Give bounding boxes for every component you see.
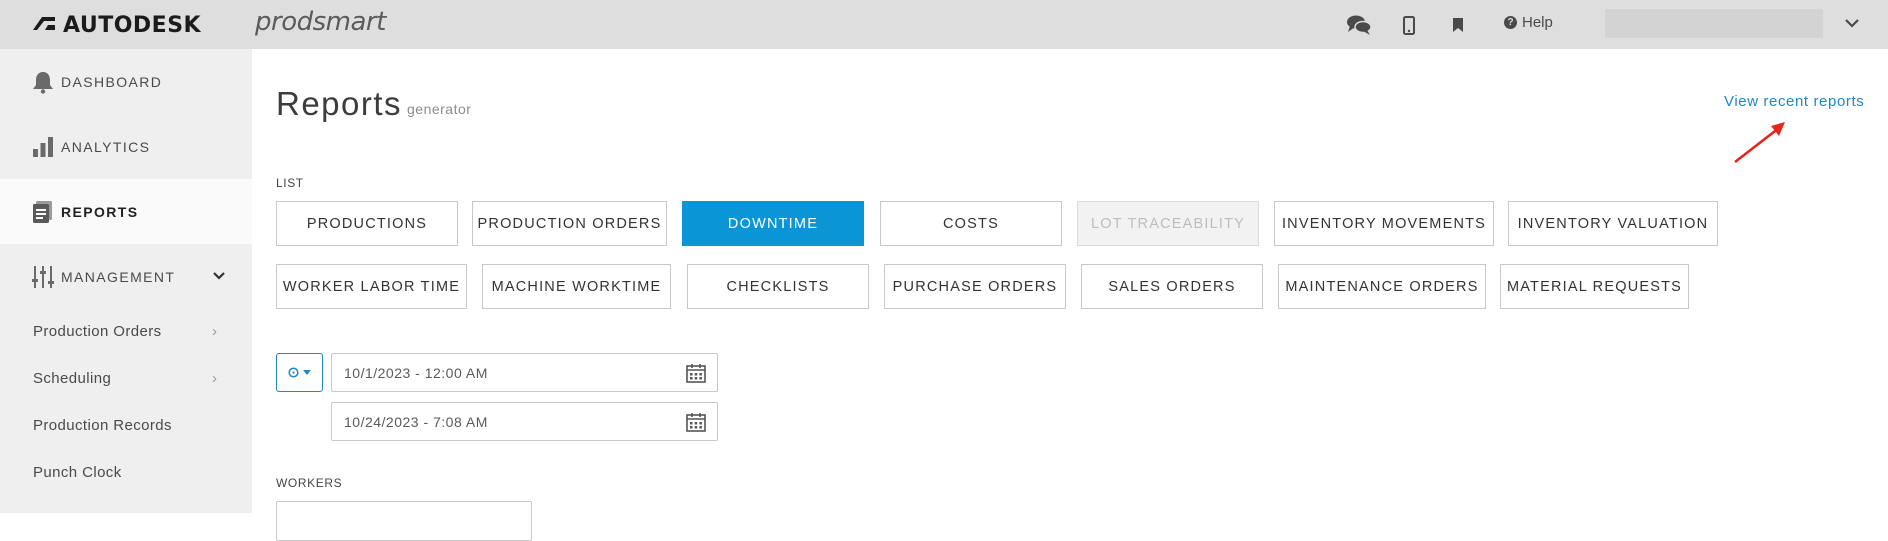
question-circle-icon: ? bbox=[1504, 16, 1517, 29]
sidebar-item-label: REPORTS bbox=[61, 203, 139, 220]
sidebar-subitem-production-records[interactable]: Production Records bbox=[0, 402, 252, 448]
date-from-field[interactable]: 10/1/2023 - 12:00 AM bbox=[331, 353, 718, 392]
chevron-right-icon: › bbox=[212, 369, 217, 387]
chat-icon[interactable] bbox=[1346, 12, 1372, 38]
report-button-sales-orders[interactable]: SALES ORDERS bbox=[1081, 264, 1263, 309]
sidebar-subitem-label: Production Records bbox=[33, 416, 172, 434]
report-button-material-requests[interactable]: MATERIAL REQUESTS bbox=[1500, 264, 1689, 309]
sidebar-subitem-label: Production Orders bbox=[33, 322, 162, 340]
sliders-icon bbox=[30, 264, 56, 290]
chevron-right-icon: › bbox=[212, 322, 217, 340]
page-subtitle: generator bbox=[407, 101, 472, 117]
page-title: Reports bbox=[276, 85, 403, 122]
report-button-production-orders[interactable]: PRODUCTION ORDERS bbox=[472, 201, 667, 246]
workers-section-label: WORKERS bbox=[276, 476, 343, 490]
brand-name: AUTODESK bbox=[63, 13, 202, 38]
report-button-productions[interactable]: PRODUCTIONS bbox=[276, 201, 458, 246]
report-button-purchase-orders[interactable]: PURCHASE ORDERS bbox=[884, 264, 1066, 309]
report-button-worker-labor-time[interactable]: WORKER LABOR TIME bbox=[276, 264, 467, 309]
report-button-maintenance-orders[interactable]: MAINTENANCE ORDERS bbox=[1278, 264, 1486, 309]
sidebar-item-label: MANAGEMENT bbox=[61, 268, 176, 285]
report-button-inventory-valuation[interactable]: INVENTORY VALUATION bbox=[1508, 201, 1718, 246]
sidebar-subitem-scheduling[interactable]: Scheduling › bbox=[0, 355, 252, 401]
main-content: Reports generator View recent reports LI… bbox=[252, 49, 1888, 541]
sidebar-item-management[interactable]: MANAGEMENT bbox=[0, 244, 252, 309]
help-link[interactable]: ? Help bbox=[1504, 14, 1553, 31]
sidebar: DASHBOARD ANALYTICS REPORTS MANAGEMENT P… bbox=[0, 49, 252, 513]
bell-icon bbox=[30, 69, 56, 95]
sidebar-subitem-label: Scheduling bbox=[33, 369, 112, 387]
date-to-field[interactable]: 10/24/2023 - 7:08 AM bbox=[331, 402, 718, 441]
calendar-icon[interactable] bbox=[686, 363, 706, 388]
help-label: Help bbox=[1522, 14, 1553, 31]
chevron-down-icon[interactable] bbox=[1844, 13, 1860, 38]
report-button-costs[interactable]: COSTS bbox=[880, 201, 1062, 246]
report-button-lot-traceability: LOT TRACEABILITY bbox=[1077, 201, 1259, 246]
report-button-machine-worktime[interactable]: MACHINE WORKTIME bbox=[482, 264, 671, 309]
sidebar-item-reports[interactable]: REPORTS bbox=[0, 179, 252, 244]
clock-icon bbox=[288, 367, 299, 378]
bar-chart-icon bbox=[30, 134, 56, 160]
sidebar-subitem-label: Punch Clock bbox=[33, 463, 122, 481]
user-account-box[interactable] bbox=[1605, 9, 1823, 38]
sidebar-item-dashboard[interactable]: DASHBOARD bbox=[0, 49, 252, 114]
workers-select[interactable] bbox=[276, 501, 532, 541]
chevron-down-icon[interactable] bbox=[212, 268, 226, 286]
sidebar-subitem-production-orders[interactable]: Production Orders › bbox=[0, 308, 252, 354]
sidebar-item-label: ANALYTICS bbox=[61, 138, 151, 155]
annotation-arrow-icon bbox=[1734, 122, 1785, 164]
date-from-value: 10/1/2023 - 12:00 AM bbox=[344, 365, 488, 381]
report-button-downtime[interactable]: DOWNTIME bbox=[682, 201, 864, 246]
list-section-label: LIST bbox=[276, 176, 304, 190]
view-recent-reports-link[interactable]: View recent reports bbox=[1724, 93, 1864, 110]
mobile-phone-icon[interactable] bbox=[1396, 12, 1422, 38]
report-button-inventory-movements[interactable]: INVENTORY MOVEMENTS bbox=[1274, 201, 1494, 246]
sidebar-item-analytics[interactable]: ANALYTICS bbox=[0, 114, 252, 179]
autodesk-mark-icon bbox=[32, 15, 56, 36]
caret-down-icon bbox=[303, 370, 311, 375]
bookmark-icon[interactable] bbox=[1445, 12, 1471, 38]
report-icon bbox=[30, 199, 56, 225]
sidebar-item-label: DASHBOARD bbox=[61, 73, 163, 90]
product-logo[interactable]: prodsmart bbox=[255, 7, 386, 37]
date-mode-dropdown[interactable] bbox=[276, 353, 323, 392]
calendar-icon[interactable] bbox=[686, 412, 706, 437]
top-bar: AUTODESK prodsmart ? Help bbox=[0, 0, 1888, 49]
autodesk-logo[interactable]: AUTODESK bbox=[32, 13, 201, 38]
report-button-checklists[interactable]: CHECKLISTS bbox=[687, 264, 869, 309]
date-to-value: 10/24/2023 - 7:08 AM bbox=[344, 414, 488, 430]
sidebar-subitem-punch-clock[interactable]: Punch Clock bbox=[0, 449, 252, 495]
